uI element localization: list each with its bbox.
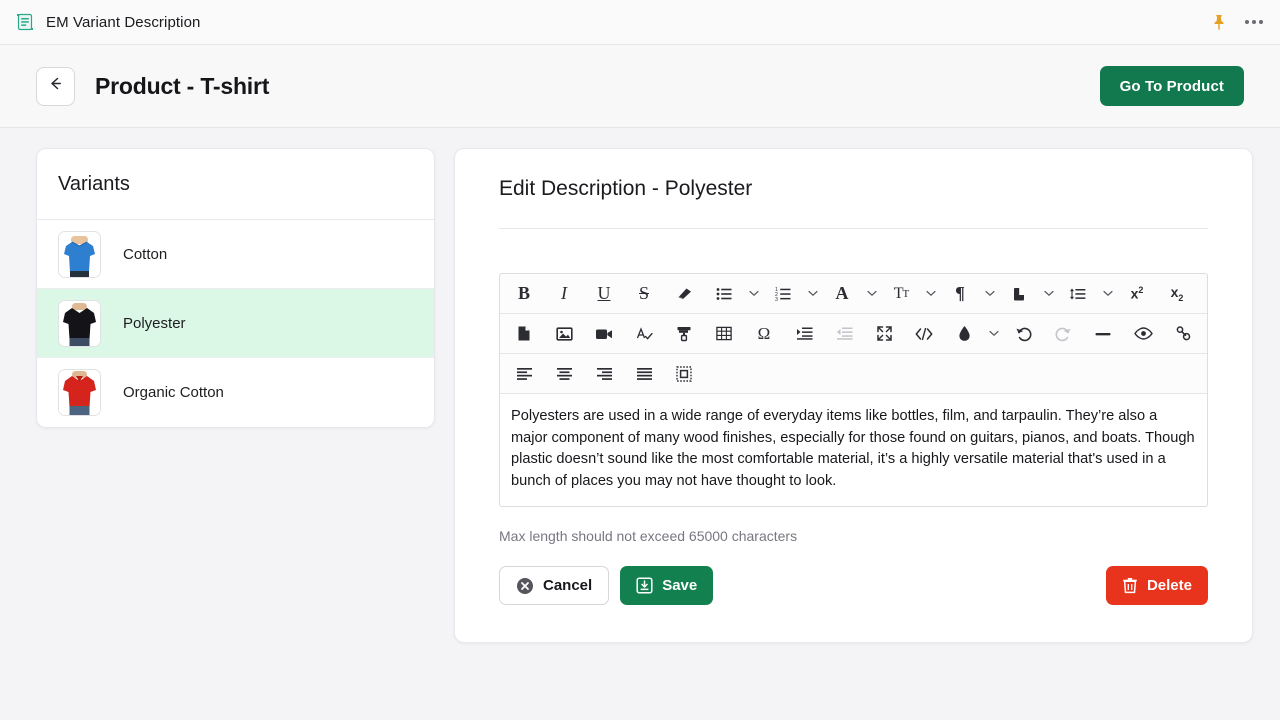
ink-color-chevron-down-icon[interactable]: [984, 314, 1003, 353]
variant-label: Cotton: [123, 246, 167, 263]
highlight-color-icon[interactable]: [999, 274, 1039, 313]
spell-check-icon[interactable]: [624, 314, 664, 353]
superscript-icon[interactable]: x2: [1117, 274, 1157, 313]
black-tshirt-thumbnail: [58, 300, 101, 347]
blue-tshirt-thumbnail: [58, 231, 101, 278]
variant-label: Polyester: [123, 315, 186, 332]
line-height-icon[interactable]: [1058, 274, 1098, 313]
variant-row-polyester[interactable]: Polyester: [37, 289, 434, 358]
close-circle-icon: [516, 577, 534, 595]
decrease-indent-icon: [824, 314, 864, 353]
font-size-icon[interactable]: TT: [881, 274, 921, 313]
font-size-chevron-down-icon[interactable]: [921, 274, 940, 313]
bulleted-list-chevron-down-icon[interactable]: [744, 274, 763, 313]
cancel-button[interactable]: Cancel: [499, 566, 609, 605]
variant-label: Organic Cotton: [123, 384, 224, 401]
highlight-color-chevron-down-icon[interactable]: [1039, 274, 1058, 313]
save-button[interactable]: Save: [620, 566, 713, 605]
delete-button[interactable]: Delete: [1106, 566, 1208, 605]
more-options-icon[interactable]: [1242, 11, 1266, 33]
app-title: EM Variant Description: [46, 14, 200, 31]
align-justify-icon[interactable]: [624, 354, 664, 393]
trash-icon: [1122, 577, 1138, 594]
italic-icon[interactable]: I: [544, 274, 584, 313]
redo-icon: [1043, 314, 1083, 353]
horizontal-rule-icon[interactable]: [1083, 314, 1123, 353]
subscript-icon[interactable]: x2: [1157, 274, 1197, 313]
variant-row-cotton[interactable]: Cotton: [37, 220, 434, 289]
align-right-icon[interactable]: [584, 354, 624, 393]
insert-table-icon[interactable]: [704, 314, 744, 353]
svg-text:3: 3: [775, 297, 778, 302]
editor-toolbar-row-2: Ω: [500, 314, 1207, 354]
red-tshirt-thumbnail: [58, 369, 101, 416]
strikethrough-icon[interactable]: S: [624, 274, 664, 313]
font-color-chevron-down-icon[interactable]: [862, 274, 881, 313]
window-titlebar: EM Variant Description: [0, 0, 1280, 45]
numbered-list-chevron-down-icon[interactable]: [803, 274, 822, 313]
select-all-border-icon[interactable]: [664, 354, 704, 393]
insert-file-icon[interactable]: [504, 314, 544, 353]
fullscreen-icon[interactable]: [864, 314, 904, 353]
paragraph-format-chevron-down-icon[interactable]: [980, 274, 999, 313]
back-button[interactable]: [36, 67, 75, 106]
page-header: Product - T-shirt Go To Product: [0, 45, 1280, 128]
arrow-left-icon: [46, 74, 65, 98]
line-height-chevron-down-icon[interactable]: [1098, 274, 1117, 313]
editor-toolbar-row-3: [500, 354, 1207, 394]
editor-title: Edit Description - Polyester: [499, 177, 1208, 229]
bold-icon[interactable]: B: [504, 274, 544, 313]
delete-button-label: Delete: [1147, 577, 1192, 594]
variants-heading: Variants: [37, 149, 434, 220]
increase-indent-icon[interactable]: [784, 314, 824, 353]
page-title: Product - T-shirt: [95, 73, 269, 100]
description-textarea[interactable]: Polyesters are used in a wide range of e…: [500, 394, 1207, 506]
bulleted-list-icon[interactable]: [704, 274, 744, 313]
underline-icon[interactable]: U: [584, 274, 624, 313]
ink-color-icon[interactable]: [944, 314, 984, 353]
eraser-clear-format-icon[interactable]: [664, 274, 704, 313]
variant-row-organic-cotton[interactable]: Organic Cotton: [37, 358, 434, 427]
document-list-icon: [14, 11, 36, 33]
special-character-icon[interactable]: Ω: [744, 314, 784, 353]
preview-eye-icon[interactable]: [1123, 314, 1163, 353]
variants-panel: Variants Cotton: [36, 148, 435, 428]
paragraph-format-icon[interactable]: ¶: [940, 274, 980, 313]
insert-link-icon[interactable]: [1163, 314, 1203, 353]
align-left-icon[interactable]: [504, 354, 544, 393]
editor-panel: Edit Description - Polyester B I U S 123: [454, 148, 1253, 643]
go-to-product-button[interactable]: Go To Product: [1100, 66, 1244, 106]
pushpin-icon[interactable]: [1208, 11, 1230, 33]
code-view-icon[interactable]: [904, 314, 944, 353]
insert-video-icon[interactable]: [584, 314, 624, 353]
save-button-label: Save: [662, 577, 697, 594]
save-disk-icon: [636, 577, 653, 594]
rich-text-editor: B I U S 123 A: [499, 273, 1208, 507]
align-center-icon[interactable]: [544, 354, 584, 393]
description-text: Polyesters are used in a wide range of e…: [511, 406, 1196, 492]
insert-image-icon[interactable]: [544, 314, 584, 353]
page-content: Variants Cotton: [0, 128, 1280, 643]
cancel-button-label: Cancel: [543, 577, 592, 594]
editor-toolbar-row-1: B I U S 123 A: [500, 274, 1207, 314]
format-painter-icon[interactable]: [664, 314, 704, 353]
max-length-hint: Max length should not exceed 65000 chara…: [499, 528, 1208, 544]
undo-icon[interactable]: [1003, 314, 1043, 353]
editor-actions: Cancel Save Delete: [499, 566, 1208, 605]
font-color-icon[interactable]: A: [822, 274, 862, 313]
numbered-list-icon[interactable]: 123: [763, 274, 803, 313]
